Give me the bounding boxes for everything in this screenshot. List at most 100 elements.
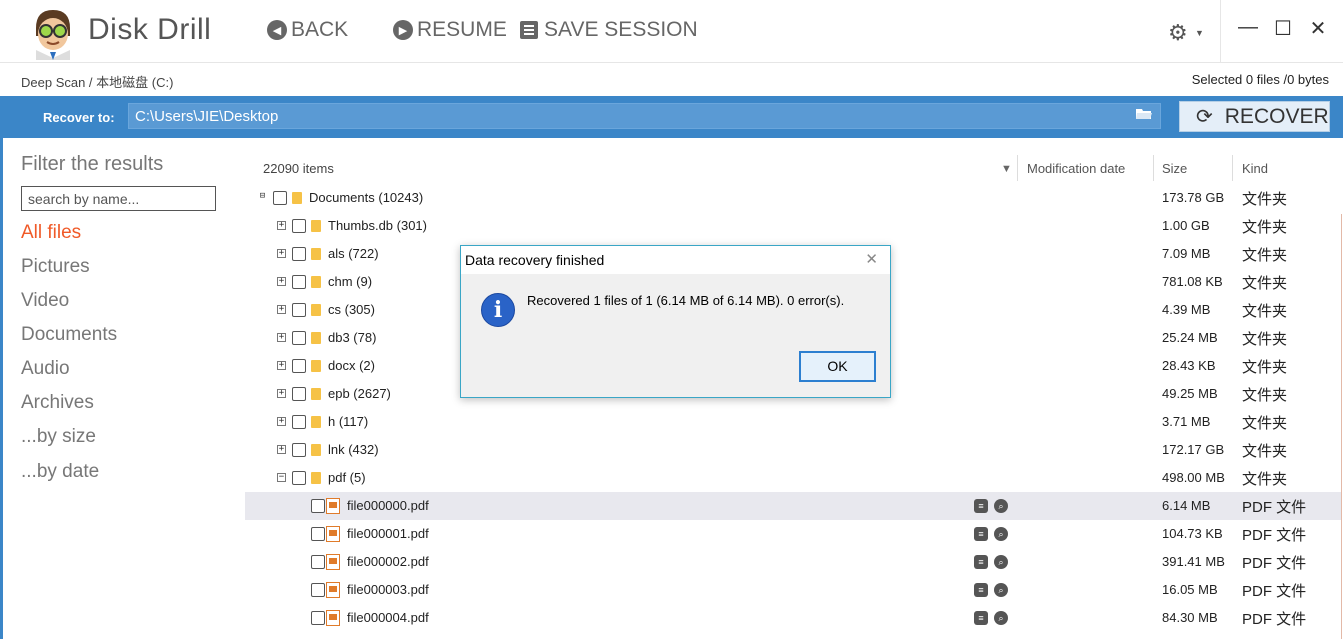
file-kind: 文件夹 [1242, 415, 1288, 432]
filter-category[interactable]: Audio [21, 358, 70, 380]
expand-icon[interactable]: + [277, 417, 286, 426]
row-checkbox[interactable] [292, 415, 306, 429]
column-divider [1017, 155, 1018, 181]
file-size: 28.43 KB [1162, 358, 1216, 373]
filter-category[interactable]: All files [21, 222, 81, 244]
column-divider [1232, 155, 1233, 181]
folder-row[interactable]: + lnk (432) 172.17 GB 文件夹 [245, 436, 1341, 464]
expand-icon[interactable]: + [277, 445, 286, 454]
file-kind: 文件夹 [1242, 191, 1288, 208]
row-checkbox[interactable] [292, 331, 306, 345]
row-checkbox[interactable] [292, 247, 306, 261]
recover-path-field[interactable]: C:\Users\JIE\Desktop [128, 103, 1161, 129]
row-checkbox[interactable] [292, 443, 306, 457]
expand-icon[interactable]: + [277, 389, 286, 398]
breadcrumb: Deep Scan / 本地磁盘 (C:) [21, 75, 174, 90]
preview-search-icon[interactable]: ⌕ [994, 499, 1008, 513]
expand-icon[interactable]: + [277, 249, 286, 258]
file-size: 781.08 KB [1162, 274, 1223, 289]
details-icon[interactable]: ≡ [974, 527, 988, 541]
row-checkbox[interactable] [311, 583, 325, 597]
resume-button[interactable]: ▶ RESUME [393, 18, 507, 42]
expand-icon[interactable]: + [277, 221, 286, 230]
row-checkbox[interactable] [292, 219, 306, 233]
filter-category[interactable]: Video [21, 290, 69, 312]
maximize-button[interactable]: ☐ [1271, 16, 1295, 42]
folder-name: docx (2) [328, 358, 375, 373]
scrollbar[interactable] [1341, 214, 1342, 639]
filter-category[interactable]: Documents [21, 324, 117, 346]
folder-open-icon[interactable] [1136, 108, 1152, 120]
expand-icon[interactable]: + [277, 277, 286, 286]
folder-name: als (722) [328, 246, 379, 261]
folder-icon [311, 444, 321, 456]
column-header-size[interactable]: Size [1162, 161, 1187, 176]
file-kind: 文件夹 [1242, 443, 1288, 460]
folder-row[interactable]: + Thumbs.db (301) 1.00 GB 文件夹 [245, 212, 1341, 240]
row-checkbox[interactable] [311, 555, 325, 569]
play-icon: ▶ [393, 20, 413, 40]
collapse-icon[interactable]: − [277, 473, 286, 482]
details-icon[interactable]: ≡ [974, 611, 988, 625]
expand-icon[interactable]: + [277, 333, 286, 342]
left-edge [0, 96, 3, 639]
file-kind: 文件夹 [1242, 471, 1288, 488]
dialog-header: Data recovery finished ✕ [461, 246, 890, 274]
column-header-date[interactable]: Modification date [1027, 161, 1125, 176]
minimize-button[interactable]: — [1236, 16, 1260, 42]
details-icon[interactable]: ≡ [974, 583, 988, 597]
save-session-button[interactable]: SAVE SESSION [520, 18, 698, 42]
row-checkbox[interactable] [292, 275, 306, 289]
preview-search-icon[interactable]: ⌕ [994, 527, 1008, 541]
folder-row[interactable]: − pdf (5) 498.00 MB 文件夹 [245, 464, 1341, 492]
expand-icon[interactable]: + [277, 361, 286, 370]
file-row[interactable]: file000004.pdf ≡ ⌕ 84.30 MB PDF 文件 [245, 604, 1341, 632]
row-checkbox[interactable] [292, 303, 306, 317]
chevron-down-icon[interactable]: ▼ [1195, 28, 1204, 38]
close-icon[interactable]: ✕ [865, 250, 878, 268]
row-checkbox[interactable] [273, 191, 287, 205]
details-icon[interactable]: ≡ [974, 499, 988, 513]
file-name: file000000.pdf [347, 498, 429, 513]
folder-row[interactable]: + h (117) 3.71 MB 文件夹 [245, 408, 1341, 436]
preview-search-icon[interactable]: ⌕ [994, 611, 1008, 625]
close-button[interactable]: ✕ [1306, 16, 1330, 42]
file-kind: PDF 文件 [1242, 499, 1307, 516]
filter-category[interactable]: Pictures [21, 256, 90, 278]
filter-category[interactable]: ...by date [21, 461, 99, 483]
row-checkbox[interactable] [311, 527, 325, 541]
filter-category[interactable]: Archives [21, 392, 94, 414]
search-input[interactable] [21, 186, 216, 211]
back-button[interactable]: ◀ BACK [267, 18, 348, 42]
recover-button[interactable]: ⟳ RECOVER [1179, 101, 1330, 132]
pdf-file-icon [326, 526, 340, 542]
row-checkbox[interactable] [292, 471, 306, 485]
column-menu-chevron-down-icon[interactable]: ▼ [1001, 163, 1012, 175]
folder-icon [311, 248, 321, 260]
column-header-kind[interactable]: Kind [1242, 161, 1268, 176]
file-row[interactable]: file000000.pdf ≡ ⌕ 6.14 MB PDF 文件 [245, 492, 1341, 520]
expand-icon[interactable]: + [277, 305, 286, 314]
row-checkbox[interactable] [311, 499, 325, 513]
file-row[interactable]: file000001.pdf ≡ ⌕ 104.73 KB PDF 文件 [245, 520, 1341, 548]
filter-category[interactable]: ...by size [21, 426, 96, 448]
recover-label: RECOVER [1224, 104, 1329, 128]
folder-icon [311, 332, 321, 344]
folder-row[interactable]: ⊟ Documents (10243) 173.78 GB 文件夹 [245, 184, 1341, 212]
ok-button[interactable]: OK [799, 351, 876, 382]
gear-icon[interactable]: ⚙ [1168, 20, 1188, 46]
chevron-left-icon: ◀ [267, 20, 287, 40]
items-count: 22090 items [263, 161, 334, 176]
row-checkbox[interactable] [292, 387, 306, 401]
file-size: 16.05 MB [1162, 582, 1218, 597]
file-row[interactable]: file000002.pdf ≡ ⌕ 391.41 MB PDF 文件 [245, 548, 1341, 576]
recovery-finished-dialog: Data recovery finished ✕ i Recovered 1 f… [460, 245, 891, 398]
folder-icon [311, 304, 321, 316]
details-icon[interactable]: ≡ [974, 555, 988, 569]
collapse-icon[interactable]: ⊟ [258, 192, 267, 202]
preview-search-icon[interactable]: ⌕ [994, 555, 1008, 569]
row-checkbox[interactable] [292, 359, 306, 373]
file-row[interactable]: file000003.pdf ≡ ⌕ 16.05 MB PDF 文件 [245, 576, 1341, 604]
row-checkbox[interactable] [311, 611, 325, 625]
preview-search-icon[interactable]: ⌕ [994, 583, 1008, 597]
